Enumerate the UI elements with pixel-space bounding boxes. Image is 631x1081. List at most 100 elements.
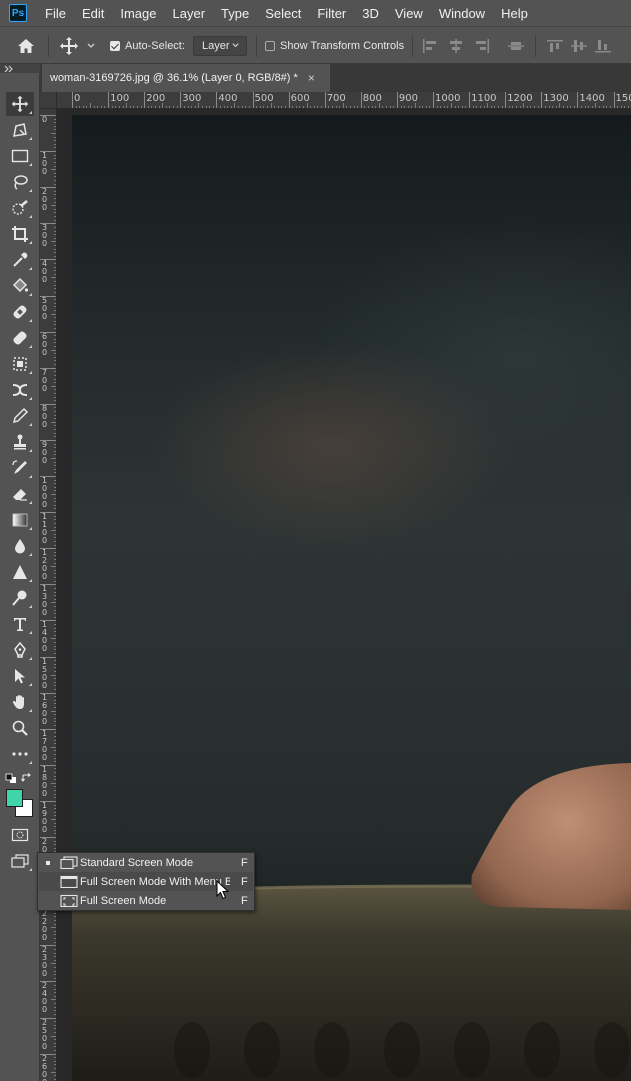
- standard-screen-mode-icon: [60, 856, 78, 869]
- quick-mask-icon: [11, 828, 29, 842]
- transform-controls-checkbox[interactable]: [265, 40, 275, 51]
- dodge-tool[interactable]: [6, 586, 34, 610]
- menu-item-label: Standard Screen Mode: [80, 856, 194, 869]
- menu-type[interactable]: Type: [213, 6, 257, 21]
- menu-help[interactable]: Help: [493, 6, 536, 21]
- home-button[interactable]: [16, 27, 36, 64]
- menu-image[interactable]: Image: [112, 6, 164, 21]
- gradient-tool[interactable]: [6, 508, 34, 532]
- hand-tool[interactable]: [6, 690, 34, 714]
- frame-tool[interactable]: [6, 274, 34, 298]
- water-drop-icon: [15, 539, 25, 554]
- align-bottom-edges-icon[interactable]: [594, 38, 612, 54]
- default-colors-icon: [5, 773, 16, 783]
- menu-edit[interactable]: Edit: [74, 6, 112, 21]
- separator: [535, 35, 536, 57]
- selected-bullet-icon: [46, 861, 50, 865]
- align-edges-group: [546, 27, 612, 64]
- path-selection-tool[interactable]: [6, 664, 34, 688]
- ruler-label: 1 6 0 0: [42, 692, 48, 726]
- swap-colors-button[interactable]: [21, 772, 33, 782]
- ruler-tick: [360, 92, 362, 108]
- crop-tool[interactable]: [6, 222, 34, 246]
- history-brush-icon: [12, 460, 27, 474]
- ruler-label: 2 3 0 0: [42, 945, 48, 979]
- lasso-tool[interactable]: [6, 170, 34, 194]
- history-brush-tool[interactable]: [6, 456, 34, 480]
- menu-select[interactable]: Select: [257, 6, 309, 21]
- dropdown-value: Layer: [202, 39, 230, 52]
- marquee-tool[interactable]: [6, 144, 34, 168]
- quick-selection-tool[interactable]: [6, 196, 34, 220]
- rectangle-marquee-icon: [11, 149, 29, 163]
- photoshop-logo: Ps: [9, 4, 27, 22]
- ruler-label: 1 9 0 0: [42, 800, 48, 834]
- artboard-tool[interactable]: [6, 118, 34, 142]
- standard-screen-mode-item[interactable]: Standard Screen Mode F: [39, 853, 253, 872]
- screen-mode-button[interactable]: [6, 849, 34, 873]
- align-top-edges-icon[interactable]: [546, 38, 564, 54]
- pen-tool[interactable]: [6, 638, 34, 662]
- default-colors-button[interactable]: [5, 772, 17, 783]
- zoom-tool[interactable]: [6, 716, 34, 740]
- menu-filter[interactable]: Filter: [309, 6, 354, 21]
- vertical-ruler[interactable]: 0 1 0 0 2 0 0 3 0 0 4 0 0 5 0 0 6 0 0 7 0 0 8 0 …: [40, 109, 57, 1081]
- screen-mode-icon: [11, 854, 29, 868]
- tool-preset-picker[interactable]: [58, 27, 96, 64]
- spot-healing-tool[interactable]: [6, 300, 34, 324]
- document-image: [72, 115, 631, 1081]
- horizontal-ruler[interactable]: 0 100 200 300 400 500 600 700 800 900 1000 1100 1200…: [57, 92, 631, 109]
- shortcut-label: F: [241, 856, 248, 869]
- chevron-down-icon: [232, 43, 239, 48]
- ruler-label: 7 0 0: [42, 367, 48, 393]
- align-horizontal-centers-icon[interactable]: [447, 38, 465, 54]
- healing-brush-tool[interactable]: [6, 326, 34, 350]
- content-aware-move-tool[interactable]: [6, 378, 34, 402]
- ruler-tick: [433, 92, 434, 108]
- document-tab[interactable]: woman-3169726.jpg @ 36.1% (Layer 0, RGB/…: [42, 64, 330, 92]
- home-icon: [18, 38, 34, 53]
- hand-icon: [12, 695, 24, 709]
- transform-controls-label: Show Transform Controls: [280, 39, 405, 52]
- menu-layer[interactable]: Layer: [165, 6, 214, 21]
- document-tab-bar: woman-3169726.jpg @ 36.1% (Layer 0, RGB/…: [40, 64, 631, 92]
- clone-stamp-tool[interactable]: [6, 430, 34, 454]
- edit-toolbar-button[interactable]: [6, 742, 34, 766]
- quick-mask-button[interactable]: [6, 823, 34, 847]
- brush-tool[interactable]: [6, 404, 34, 428]
- move-tool[interactable]: [6, 92, 34, 116]
- align-vertical-centers-icon[interactable]: [570, 38, 588, 54]
- type-tool[interactable]: [6, 612, 34, 636]
- canvas-area[interactable]: [57, 109, 631, 1081]
- gradient-icon: [12, 513, 28, 527]
- ruler-label: 1 0 0: [42, 151, 48, 177]
- more-dots-icon: [12, 752, 28, 756]
- toolbar-collapse-strip[interactable]: [0, 64, 40, 73]
- full-screen-mode-icon: [60, 894, 78, 907]
- menu-3d[interactable]: 3D: [354, 6, 387, 21]
- magnifier-dodge-icon: [12, 590, 27, 606]
- ruler-tick: [252, 92, 254, 108]
- menu-file[interactable]: File: [37, 6, 74, 21]
- eyedropper-tool[interactable]: [6, 248, 34, 272]
- auto-select-checkbox[interactable]: [110, 40, 120, 51]
- eraser-tool[interactable]: [6, 482, 34, 506]
- patch-tool[interactable]: [6, 352, 34, 376]
- eyedropper-icon: [13, 252, 28, 267]
- ruler-origin[interactable]: [40, 92, 57, 109]
- align-left-edges-icon[interactable]: [421, 38, 439, 54]
- menu-item-label: Full Screen Mode With Menu Bar: [80, 875, 230, 888]
- ruler-label: 1 3 0 0: [42, 584, 48, 618]
- blur-tool[interactable]: [6, 534, 34, 558]
- foreground-color-swatch[interactable]: [6, 789, 23, 807]
- pen-icon: [14, 641, 26, 658]
- close-tab-button[interactable]: ×: [308, 71, 315, 85]
- menu-window[interactable]: Window: [431, 6, 493, 21]
- sharpen-tool[interactable]: [6, 560, 34, 584]
- auto-select-target-dropdown[interactable]: Layer: [193, 35, 247, 56]
- auto-select-option: Auto-Select:: [110, 27, 185, 64]
- ruler-label: 0: [74, 93, 81, 104]
- align-right-edges-icon[interactable]: [473, 38, 491, 54]
- menu-view[interactable]: View: [387, 6, 431, 21]
- align-vertical-centers-icon[interactable]: [507, 38, 525, 54]
